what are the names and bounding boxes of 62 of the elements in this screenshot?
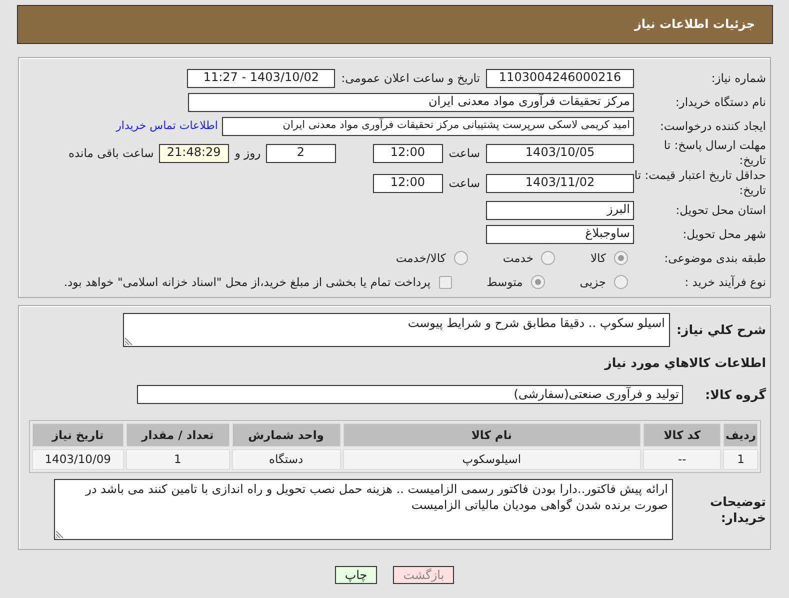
resize-grip-icon[interactable]: [56, 530, 64, 538]
radio-button[interactable]: [454, 251, 468, 265]
option-label: کالا: [590, 250, 606, 266]
contact-link[interactable]: اطلاعات تماس خریدار: [116, 118, 218, 134]
date-field[interactable]: 1403/10/05: [486, 144, 634, 162]
field-label: ایجاد کننده درخواست:: [659, 118, 766, 134]
description-box[interactable]: اسیلو سکوپ .. دقیقا مطابق شرح و شرایط پیوست: [123, 313, 670, 347]
field-label: طبقه بندی موضوعی:: [663, 250, 766, 266]
input-field[interactable]: امید کریمی لاسکی سرپرست پشتیبانی مرکز تحقیقات فرآوری مواد معدنی ایران: [222, 116, 634, 136]
time-field[interactable]: 12:00: [372, 144, 443, 162]
column-header: تعداد / مقدار: [126, 423, 230, 448]
option-label: جزیی: [580, 274, 606, 290]
field-label: توضیحات خریدار:: [709, 494, 766, 526]
input-field[interactable]: 1403/10/02 - 11:27: [187, 68, 336, 88]
input-field[interactable]: 2: [266, 144, 336, 162]
field-label: تاریخ و ساعت اعلان عمومی:: [341, 70, 480, 86]
column-header: تاریخ نیاز: [32, 423, 124, 448]
table-cell: --: [642, 449, 722, 470]
date-field[interactable]: 1403/11/02: [486, 174, 634, 192]
field-label: شماره نیاز:: [710, 70, 766, 86]
input-field[interactable]: ساوجبلاغ: [486, 224, 634, 244]
input-field[interactable]: تولید و فرآوری صنعتی(سفارشی): [137, 385, 683, 404]
field-label: گروه کالا:: [704, 386, 766, 403]
table-cell: دستگاه: [232, 449, 341, 470]
table-cell: 1: [723, 449, 758, 470]
print-button[interactable]: چاپ: [334, 566, 378, 584]
column-header: واحد شمارش: [232, 423, 341, 448]
field-label: شهر محل تحویل:: [682, 226, 766, 242]
option-label: متوسط: [486, 274, 523, 290]
field-label: نام دستگاه خریدار:: [674, 94, 766, 110]
field-label: نوع فرآیند خرید :: [684, 274, 766, 290]
radio-button[interactable]: [541, 251, 556, 265]
field-label: حداقل تاریخ اعتبار قیمت: تا تاریخ:: [634, 168, 766, 198]
page-title: جزئیات اطلاعات نیاز: [17, 5, 773, 44]
radio-button[interactable]: [614, 251, 628, 265]
input-field[interactable]: البرز: [486, 200, 634, 220]
resize-grip-icon[interactable]: [125, 337, 133, 345]
input-field[interactable]: 1103004246000216: [486, 68, 634, 88]
radio-button[interactable]: [530, 275, 545, 289]
column-header: نام کالا: [342, 423, 641, 448]
input-field[interactable]: مرکز تحقیقات فرآوری مواد معدنی ایران: [188, 92, 634, 112]
radio-button[interactable]: [614, 275, 628, 289]
field-label: ساعت باقی مانده: [68, 146, 154, 160]
field-label: ساعت: [448, 146, 480, 160]
table-cell: اسیلوسکوپ: [342, 449, 641, 470]
field-label: روز و: [234, 146, 261, 160]
option-label: کالا/خدمت: [396, 250, 446, 266]
checkbox[interactable]: [438, 276, 452, 288]
section-heading: اطلاعات کالاهاي مورد نياز: [603, 355, 766, 372]
field-label: شرح کلي نياز:: [676, 322, 766, 338]
time-field[interactable]: 12:00: [372, 174, 443, 192]
payment-note: پرداخت تمام یا بخشی از مبلغ خرید،از محل "اسناد خزانه اسلامی" خواهد بود.: [64, 274, 431, 290]
table-cell: 1: [126, 449, 230, 470]
option-label: خدمت: [502, 250, 534, 266]
column-header: ردیف: [723, 423, 758, 448]
field-label: استان محل تحویل:: [674, 202, 766, 218]
notes-box[interactable]: ارائه پیش فاکتور..دارا بودن فاکتور رسمی الزامیست .. هزینه حمل نصب تحویل و راه اندازی با تامین کنند می باشد در صورت برنده شدن گواهی مودیان مالیاتی الزامیست: [54, 479, 673, 540]
field-label: ساعت: [448, 176, 480, 190]
table-cell: 1403/10/09: [32, 449, 124, 470]
field-label: مهلت ارسال پاسخ: تا تاریخ:: [662, 138, 766, 168]
countdown-field: 21:48:29: [158, 144, 229, 162]
column-header: کد کالا: [642, 423, 722, 448]
